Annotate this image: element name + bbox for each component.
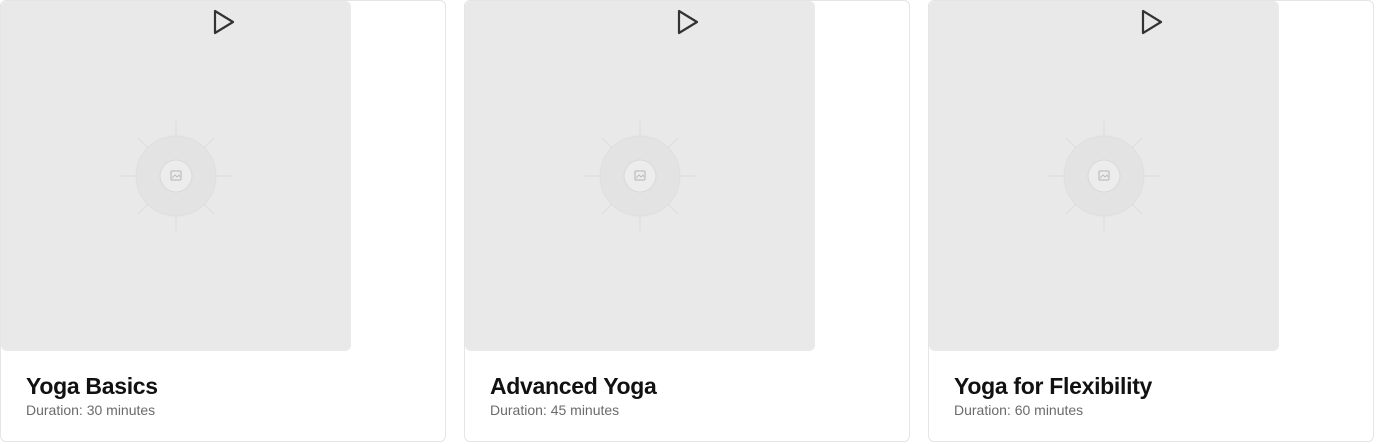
course-thumbnail: [1, 1, 351, 351]
play-icon[interactable]: [1138, 7, 1166, 37]
course-duration: Duration: 60 minutes: [954, 402, 1084, 418]
course-title: Yoga for Flexibility: [954, 373, 1153, 399]
course-card[interactable]: Yoga for Flexibility Duration: 60 minute…: [928, 0, 1374, 442]
course-thumbnail: [929, 1, 1279, 351]
course-card[interactable]: Yoga Basics Duration: 30 minutes: [0, 0, 446, 442]
course-duration: Duration: 30 minutes: [26, 402, 156, 418]
course-card[interactable]: Advanced Yoga Duration: 45 minutes: [464, 0, 910, 442]
course-duration: Duration: 45 minutes: [490, 402, 620, 418]
image-placeholder-icon: [585, 121, 695, 231]
image-placeholder-icon: [1049, 121, 1159, 231]
play-icon[interactable]: [674, 7, 702, 37]
course-title: Advanced Yoga: [490, 373, 657, 399]
course-grid: Yoga Basics Duration: 30 minutes Advance: [0, 0, 1376, 444]
play-icon[interactable]: [210, 7, 238, 37]
image-placeholder-icon: [121, 121, 231, 231]
course-thumbnail: [465, 1, 815, 351]
course-title: Yoga Basics: [26, 373, 158, 399]
